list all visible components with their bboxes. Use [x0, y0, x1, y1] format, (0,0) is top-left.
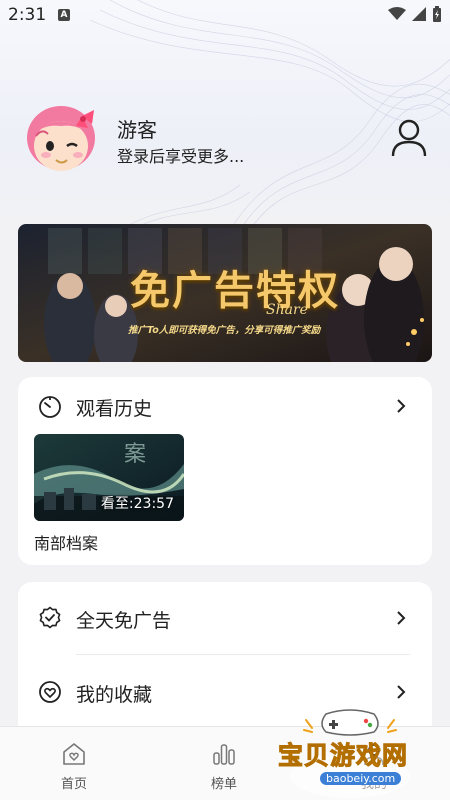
watermark-logo: 宝贝游戏网 baobeiy.com — [270, 706, 430, 800]
ad-free-banner[interactable]: 免广告特权 Share 推广To人即可获得免广告，分享可得推广奖励 — [18, 224, 432, 362]
heart-circle-icon — [39, 681, 61, 703]
watch-history-title: 观看历史 — [76, 398, 153, 420]
banner-caption: 推广To人即可获得免广告，分享可得推广奖励 — [128, 325, 321, 336]
thumbnail-title-art: 案 — [124, 442, 147, 467]
nav-label: 首页 — [60, 777, 87, 792]
banner-title: 免广告特权 — [130, 267, 340, 314]
account-button[interactable] — [390, 118, 428, 158]
status-indicators — [388, 6, 442, 22]
user-name[interactable]: 游客 — [117, 114, 157, 143]
login-prompt[interactable]: 登录后享受更多... — [117, 143, 244, 167]
menu-label: 全天免广告 — [76, 610, 172, 632]
watch-history-header[interactable]: 观看历史 — [18, 377, 432, 433]
verified-badge-icon — [39, 606, 61, 629]
watch-progress: 看至:23:57 — [101, 493, 174, 513]
chevron-right-icon — [397, 399, 406, 413]
watermark-url: baobeiy.com — [320, 772, 402, 785]
history-item-title[interactable]: 南部档案 — [34, 530, 98, 554]
menu-label: 我的收藏 — [76, 684, 153, 706]
person-outline-icon — [391, 119, 427, 157]
status-bar: 2:31 A — [0, 0, 450, 30]
signal-icon — [412, 7, 426, 21]
menu-divider — [76, 654, 410, 655]
watch-progress-time: 23:57 — [133, 496, 174, 512]
chevron-right-icon — [397, 685, 406, 699]
watermark-text: 宝贝游戏网 — [277, 741, 409, 771]
notification-icon: A — [58, 9, 70, 21]
menu-item-ad-free[interactable]: 全天免广告 — [18, 582, 432, 655]
wifi-icon — [388, 7, 406, 20]
watch-history-card: 观看历史 案 看至:23:57 南部档案 — [18, 377, 432, 565]
nav-ranking[interactable]: 榜单 — [184, 735, 264, 795]
history-item-thumbnail[interactable]: 案 看至:23:57 — [34, 434, 184, 521]
watch-progress-prefix: 看至: — [100, 496, 134, 512]
chevron-right-icon — [397, 611, 406, 625]
battery-icon — [433, 6, 441, 22]
nav-label: 榜单 — [210, 777, 237, 792]
cartoon-girl-avatar-icon — [27, 106, 95, 171]
home-heart-icon — [63, 743, 85, 765]
bar-chart-icon — [213, 744, 235, 765]
timer-icon — [39, 396, 61, 418]
nav-home[interactable]: 首页 — [34, 735, 114, 795]
banner-script-text: Share — [266, 302, 308, 318]
status-time: 2:31 — [8, 5, 47, 25]
user-avatar[interactable] — [22, 98, 100, 176]
